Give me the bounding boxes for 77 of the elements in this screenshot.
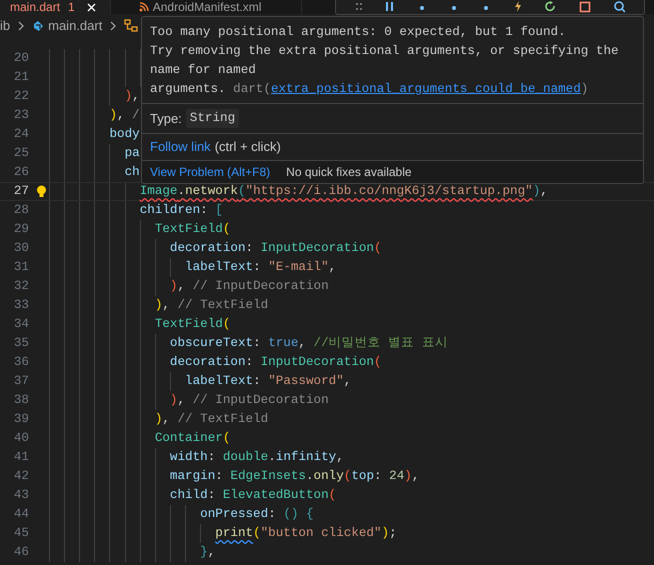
code-line: width: double.infinity, [170,449,344,466]
line-number: 29 [12,221,29,238]
line-number: 26 [12,164,29,182]
code-line: ch [124,164,140,182]
editor-tab[interactable]: AndroidManifest.xml [110,0,302,14]
line-number: 35 [12,335,29,352]
code-line: TextField( [154,316,230,334]
code-line: ), // InputDecoration [170,392,329,410]
line-number: 43 [12,487,29,504]
error-message: Too many positional arguments: 0 expected, but 1 found. Try removing the extra positional arguments, or specifying the name for named arguments. dart(extra_positional_arguments_could_be_named) [149,24,620,98]
pause-icon[interactable] [385,1,394,13]
stop-icon[interactable] [578,1,591,13]
code-line: ), // TextField [154,411,268,428]
view-problem-link[interactable]: View Problem (Alt+F8) [150,163,270,181]
code-line: ), // InputDecoration [170,278,329,296]
code-line: decoration: InputDecoration( [170,240,382,258]
line-number: 31 [12,259,29,276]
chevron-icon [17,20,26,30]
symbol-icon [124,18,138,32]
line-number: 37 [12,373,29,390]
rule-link[interactable]: extra_positional_arguments_could_be_named [270,82,581,96]
code-line: labelText: "Password", [185,373,352,390]
line-number: 36 [12,354,29,372]
line-number: 30 [12,240,29,258]
code-line: obscureText: true, //비밀번호 별표 표시 [170,335,448,352]
line-number: 32 [12,278,29,296]
line-number: 34 [12,316,29,334]
line-number: 46 [12,544,29,562]
line-number: 44 [12,506,29,524]
chevron-icon [109,20,118,30]
breadcrumb-item[interactable]: ib [0,16,10,36]
line-number: 28 [12,202,29,220]
dart-file-icon [32,20,44,32]
feed-icon [138,2,149,12]
code-line: TextField( [154,221,230,238]
type-label: Type: [150,110,182,128]
line-number: 40 [12,430,29,448]
editor-tab[interactable]: main.dart 1 [0,0,111,14]
code-line: labelText: "E-mail", [185,259,336,276]
code-line: print("button clicked"); [215,525,397,542]
code-line: pa [124,145,140,162]
line-number: 21 [12,69,29,86]
code-line: ), [124,88,140,106]
restart-icon[interactable] [545,1,556,13]
close-icon[interactable] [86,2,96,12]
line-number: 27 [12,183,29,200]
breadcrumb-item[interactable]: main.dart [48,16,102,36]
line-number: 39 [12,411,29,428]
line-number: 25 [12,145,29,162]
search-icon[interactable] [612,1,625,13]
line-number: 41 [12,449,29,466]
line-number: 24 [12,126,29,144]
code-line: }, [200,544,216,562]
shortcut-hint: (ctrl + click) [214,138,281,156]
code-line: Image.network("https://i.ibb.co/nngK6j3/startup.png"), [140,183,548,200]
line-number: 38 [12,392,29,410]
code-line: decoration: InputDecoration( [170,354,382,372]
type-value: String [186,109,240,128]
line-number: 20 [12,50,29,68]
code-line: child: ElevatedButton( [170,487,336,504]
code-line: onPressed: () { [200,506,314,524]
code-line: ), / [109,107,140,124]
line-number: 42 [12,468,29,486]
code-line: margin: EdgeInsets.only(top: 24), [170,468,420,486]
grip-icon[interactable] [355,1,364,13]
code-line: Container( [154,430,230,448]
follow-link[interactable]: Follow link [150,137,211,157]
lightbulb-icon[interactable] [36,184,47,198]
line-number: 22 [12,88,29,106]
lightning-icon[interactable] [513,1,524,13]
code-line: body [109,126,140,144]
code-line: ), // TextField [154,297,268,314]
line-number: 45 [12,525,29,542]
line-number: 23 [12,107,29,124]
line-number: 33 [12,297,29,314]
status-text: No quick fixes available [286,164,412,181]
code-line: children: [ [140,202,223,220]
